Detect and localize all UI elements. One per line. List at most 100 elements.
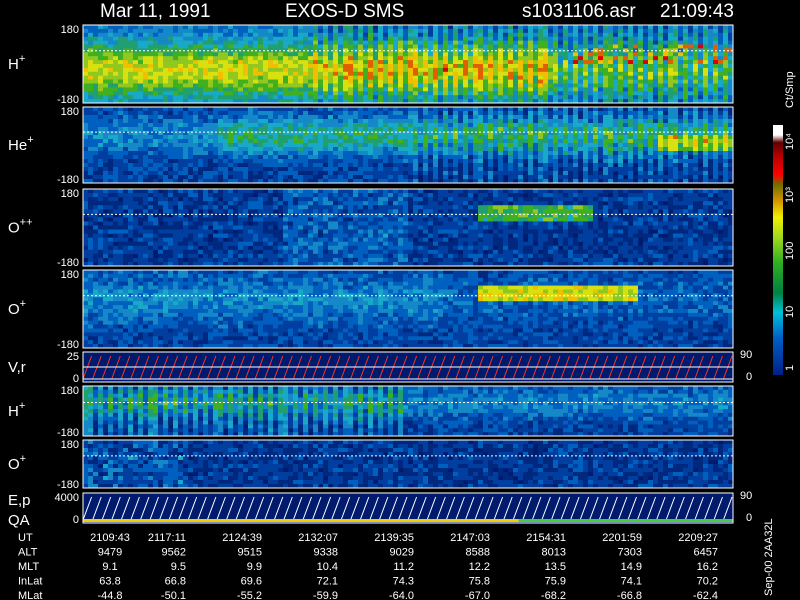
heatmap-cell xyxy=(413,28,419,34)
heatmap-cell xyxy=(683,159,689,164)
heatmap-cell xyxy=(113,107,119,112)
heatmap-cell xyxy=(218,56,224,61)
heatmap-cell xyxy=(343,107,349,112)
heatmap-cell xyxy=(673,83,679,88)
heatmap-cell xyxy=(208,143,214,148)
heatmap-cell xyxy=(178,71,184,76)
heatmap-cell xyxy=(213,67,219,73)
heatmap-cell xyxy=(128,171,134,176)
heatmap-cell xyxy=(513,167,519,172)
heatmap-cell xyxy=(273,111,279,116)
heatmap-cell xyxy=(678,87,684,92)
heatmap-cell xyxy=(478,28,484,34)
heatmap-cell xyxy=(253,67,259,73)
heatmap-cell xyxy=(443,151,449,156)
heatmap-cell xyxy=(568,79,574,84)
heatmap-cell xyxy=(518,75,524,80)
heatmap-cell xyxy=(653,123,659,128)
heatmap-cell xyxy=(548,119,554,124)
heatmap-cell xyxy=(693,71,699,76)
heatmap-cell xyxy=(98,163,104,168)
heatmap-cell xyxy=(713,36,719,41)
heatmap-cell xyxy=(273,71,279,76)
heatmap-cell xyxy=(693,115,699,120)
heatmap-cell xyxy=(503,36,509,41)
heatmap-cell xyxy=(638,115,644,120)
heatmap-cell xyxy=(673,95,679,100)
heatmap-cell xyxy=(448,64,454,69)
heatmap-cell xyxy=(558,40,564,45)
heatmap-cell xyxy=(598,25,604,30)
heatmap-cell xyxy=(223,64,229,69)
heatmap-cell xyxy=(143,44,149,49)
heatmap-cell xyxy=(238,25,244,30)
heatmap-cell xyxy=(593,79,599,84)
heatmap-cell xyxy=(318,163,324,168)
heatmap-cell xyxy=(463,25,469,30)
heatmap-cell xyxy=(443,163,449,168)
heatmap-cell xyxy=(413,44,419,49)
heatmap-cell xyxy=(158,60,164,65)
heatmap-cell xyxy=(333,127,339,132)
heatmap-cell xyxy=(383,60,389,65)
heatmap-cell xyxy=(488,135,494,140)
heatmap-cell xyxy=(248,175,254,180)
heatmap-cell xyxy=(298,107,304,112)
heatmap-cell xyxy=(348,107,354,112)
heatmap-cell xyxy=(398,44,404,49)
heatmap-cell xyxy=(623,56,629,61)
heatmap-cell xyxy=(128,111,134,116)
heatmap-cell xyxy=(373,28,379,34)
heatmap-cell xyxy=(158,64,164,69)
heatmap-cell xyxy=(633,143,639,148)
heatmap-cell xyxy=(598,175,604,180)
heatmap-cell xyxy=(703,127,709,132)
heatmap-cell xyxy=(463,123,469,128)
heatmap-cell xyxy=(93,28,99,34)
heatmap-cell xyxy=(348,159,354,164)
heatmap-cell xyxy=(278,40,284,45)
heatmap-cell xyxy=(623,155,629,160)
heatmap-cell xyxy=(598,123,604,128)
heatmap-cell xyxy=(358,71,364,76)
heatmap-cell xyxy=(368,71,374,76)
heatmap-cell xyxy=(583,167,589,172)
heatmap-cell xyxy=(433,143,439,148)
heatmap-cell xyxy=(408,159,414,164)
heatmap-cell xyxy=(373,44,379,49)
heatmap-cell xyxy=(103,123,109,128)
heatmap-cell xyxy=(568,83,574,88)
heatmap-cell xyxy=(348,71,354,76)
heatmap-cell xyxy=(443,64,449,69)
heatmap-cell xyxy=(368,25,374,30)
heatmap-cell xyxy=(573,36,579,41)
heatmap-cell xyxy=(128,71,134,76)
heatmap-cell xyxy=(323,135,329,140)
heatmap-cell xyxy=(338,139,344,144)
heatmap-cell xyxy=(518,25,524,30)
heatmap-cell xyxy=(593,175,599,180)
heatmap-cell xyxy=(188,107,194,112)
heatmap-cell xyxy=(208,52,214,57)
heatmap-cell xyxy=(333,91,339,96)
heatmap-cell xyxy=(518,64,524,69)
heatmap-cell xyxy=(423,171,429,176)
heatmap-cell xyxy=(318,107,324,112)
heatmap-cell xyxy=(623,36,629,41)
heatmap-cell xyxy=(333,36,339,41)
heatmap-cell xyxy=(333,95,339,100)
heatmap-cell xyxy=(98,155,104,160)
heatmap-cell xyxy=(148,147,154,152)
heatmap-cell xyxy=(388,32,394,37)
heatmap-cell xyxy=(138,167,144,172)
heatmap-cell xyxy=(468,107,474,112)
heatmap-cell xyxy=(483,95,489,100)
heatmap-cell xyxy=(613,56,619,61)
heatmap-cell xyxy=(118,60,124,65)
heatmap-cell xyxy=(383,139,389,144)
heatmap-cell xyxy=(278,119,284,124)
heatmap-cell xyxy=(288,91,294,96)
heatmap-cell xyxy=(138,147,144,152)
heatmap-cell xyxy=(158,119,164,124)
heatmap-cell xyxy=(573,87,579,92)
